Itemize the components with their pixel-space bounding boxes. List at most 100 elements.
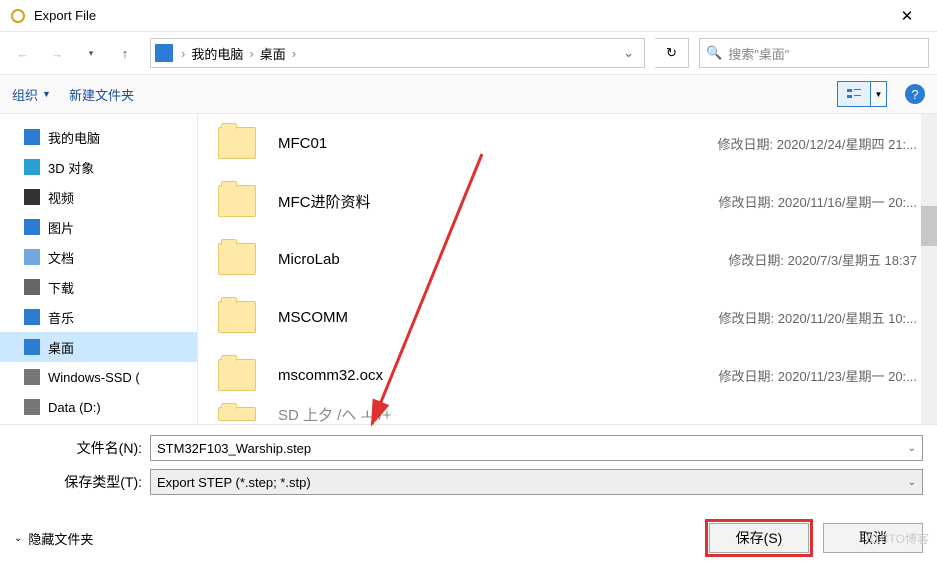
chevron-down-icon: ⌄ [908, 477, 916, 488]
new-folder-button[interactable]: 新建文件夹 [69, 85, 134, 104]
scrollbar[interactable] [921, 114, 937, 424]
video-icon [24, 189, 40, 205]
sidebar-item-videos[interactable]: 视频 [0, 182, 197, 212]
file-name: MicroLab [278, 251, 728, 268]
new-folder-label: 新建文件夹 [69, 85, 134, 104]
sidebar-item-label: 我的电脑 [48, 128, 100, 147]
filetype-select[interactable]: Export STEP (*.step; *.stp) ⌄ [150, 469, 923, 495]
forward-button[interactable]: → [42, 38, 72, 68]
sidebar-item-label: Windows-SSD ( [48, 370, 140, 385]
drive-icon [24, 369, 40, 385]
save-button[interactable]: 保存(S) [709, 523, 809, 553]
list-item[interactable]: MicroLab 修改日期: 2020/7/3/星期五 18:37 [198, 230, 937, 288]
list-item[interactable]: mscomm32.ocx 修改日期: 2020/11/23/星期一 20:... [198, 346, 937, 404]
search-input[interactable]: 🔍 搜索"桌面" [699, 38, 929, 68]
chevron-right-icon: › [247, 46, 255, 61]
file-meta: 修改日期: 2020/7/3/星期五 18:37 [728, 250, 917, 269]
file-meta: 修改日期: 2020/11/23/星期一 20:... [719, 366, 917, 385]
sidebar-item-label: 视频 [48, 188, 74, 207]
hide-folders-toggle[interactable]: ⌄ 隐藏文件夹 [14, 529, 93, 548]
view-mode-icon [838, 82, 870, 106]
chevron-right-icon: › [290, 46, 298, 61]
file-meta: 修改日期: 2020/12/24/星期四 21:... [718, 134, 917, 153]
filetype-label: 保存类型(T): [14, 472, 150, 492]
breadcrumb-root[interactable]: 我的电脑 [187, 44, 247, 63]
breadcrumb-current[interactable]: 桌面 [256, 44, 290, 63]
help-button[interactable]: ? [905, 84, 925, 104]
pc-icon [24, 129, 40, 145]
folder-icon [218, 127, 256, 159]
path-box[interactable]: › 我的电脑 › 桌面 › ⌄ [150, 38, 645, 68]
list-item[interactable]: SD 上夕 /ヘ ㅗ /+ [198, 404, 937, 424]
image-icon [24, 219, 40, 235]
sidebar-item-label: Data (D:) [48, 400, 101, 415]
sidebar-item-label: 下载 [48, 278, 74, 297]
toolbar: 组织 ▼ 新建文件夹 ▼ ? [0, 74, 937, 114]
file-name: MFC01 [278, 135, 718, 152]
organize-menu[interactable]: 组织 ▼ [12, 85, 51, 104]
chevron-down-icon: ▼ [42, 89, 51, 99]
folder-icon [218, 359, 256, 391]
file-name: mscomm32.ocx [278, 367, 719, 384]
search-icon: 🔍 [706, 45, 722, 61]
sidebar-item-label: 桌面 [48, 338, 74, 357]
view-dropdown-icon[interactable]: ▼ [870, 82, 886, 106]
list-item[interactable]: MFC进阶资料 修改日期: 2020/11/16/星期一 20:... [198, 172, 937, 230]
sidebar-item-label: 图片 [48, 218, 74, 237]
chevron-down-icon[interactable]: ⌄ [908, 443, 916, 454]
sidebar-item-label: 3D 对象 [48, 158, 94, 177]
list-item[interactable]: MSCOMM 修改日期: 2020/11/20/星期五 10:... [198, 288, 937, 346]
scroll-thumb[interactable] [921, 206, 937, 246]
download-icon [24, 279, 40, 295]
sidebar-item-3d[interactable]: 3D 对象 [0, 152, 197, 182]
sidebar-item-pc[interactable]: 我的电脑 [0, 122, 197, 152]
filename-input[interactable]: STM32F103_Warship.step ⌄ [150, 435, 923, 461]
path-icon [155, 44, 173, 62]
sidebar-item-downloads[interactable]: 下载 [0, 272, 197, 302]
search-placeholder: 搜索"桌面" [728, 44, 789, 63]
cube-icon [24, 159, 40, 175]
music-icon [24, 309, 40, 325]
list-item[interactable]: MFC01 修改日期: 2020/12/24/星期四 21:... [198, 114, 937, 172]
organize-label: 组织 [12, 85, 38, 104]
folder-icon [218, 243, 256, 275]
titlebar: Export File ✕ [0, 0, 937, 32]
file-name: SD 上夕 /ヘ ㅗ /+ [278, 404, 917, 425]
sidebar-item-data[interactable]: Data (D:) [0, 392, 197, 422]
watermark: 51CTO博客 [867, 530, 929, 547]
document-icon [24, 249, 40, 265]
view-toggle[interactable]: ▼ [837, 81, 887, 107]
back-button[interactable]: ← [8, 38, 38, 68]
chevron-right-icon: › [179, 46, 187, 61]
form-area: 文件名(N): STM32F103_Warship.step ⌄ 保存类型(T)… [0, 424, 937, 495]
sidebar-item-label: 音乐 [48, 308, 74, 327]
refresh-button[interactable]: ↻ [655, 38, 689, 68]
file-meta: 修改日期: 2020/11/16/星期一 20:... [719, 192, 917, 211]
file-name: MFC进阶资料 [278, 191, 719, 212]
action-bar: ⌄ 隐藏文件夹 保存(S) 取消 [0, 503, 937, 553]
sidebar-item-label: 文档 [48, 248, 74, 267]
hide-folders-label: 隐藏文件夹 [28, 529, 93, 548]
up-button[interactable]: ↑ [110, 38, 140, 68]
folder-icon [218, 185, 256, 217]
desktop-icon [24, 339, 40, 355]
sidebar: 我的电脑 3D 对象 视频 图片 文档 下载 音乐 桌面 Windows-SSD… [0, 114, 198, 424]
file-meta: 修改日期: 2020/11/20/星期五 10:... [719, 308, 917, 327]
nav-bar: ← → ▾ ↑ › 我的电脑 › 桌面 › ⌄ ↻ 🔍 搜索"桌面" [0, 32, 937, 74]
folder-icon [218, 407, 256, 421]
drive-icon [24, 399, 40, 415]
sidebar-item-ssd[interactable]: Windows-SSD ( [0, 362, 197, 392]
filename-label: 文件名(N): [14, 438, 150, 458]
recent-dropdown[interactable]: ▾ [76, 38, 106, 68]
save-label: 保存(S) [736, 528, 783, 548]
file-name: MSCOMM [278, 309, 719, 326]
sidebar-item-desktop[interactable]: 桌面 [0, 332, 197, 362]
path-dropdown-icon[interactable]: ⌄ [617, 45, 640, 61]
app-icon [10, 8, 26, 24]
main-area: 我的电脑 3D 对象 视频 图片 文档 下载 音乐 桌面 Windows-SSD… [0, 114, 937, 424]
sidebar-item-pictures[interactable]: 图片 [0, 212, 197, 242]
file-list[interactable]: MFC01 修改日期: 2020/12/24/星期四 21:... MFC进阶资… [198, 114, 937, 424]
sidebar-item-documents[interactable]: 文档 [0, 242, 197, 272]
close-button[interactable]: ✕ [887, 7, 927, 25]
sidebar-item-music[interactable]: 音乐 [0, 302, 197, 332]
